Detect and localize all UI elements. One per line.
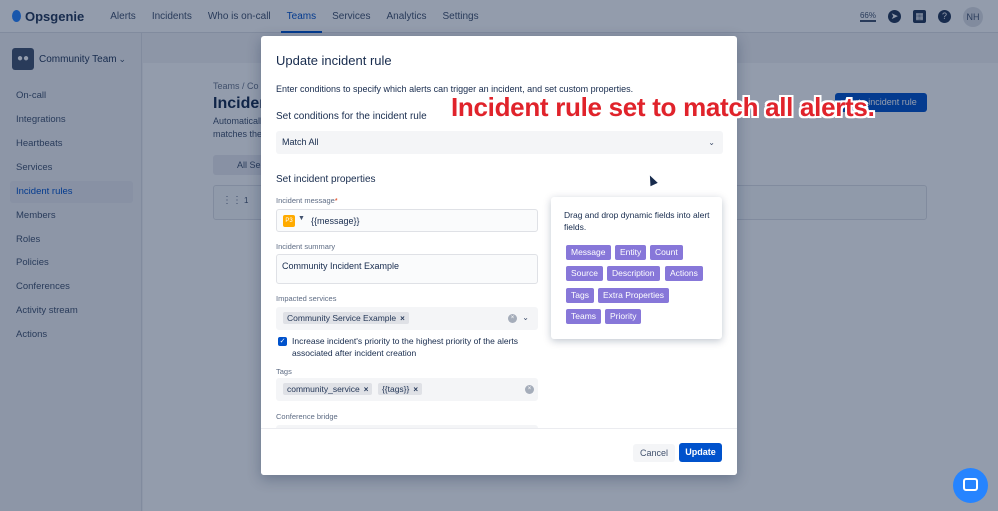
incident-message-field[interactable]: P3 ▼ {{message}} <box>276 209 538 232</box>
service-chip-wrap: Community Service Example × <box>283 312 412 324</box>
dynamic-fields-panel: Drag and drop dynamic fields into alert … <box>551 197 722 339</box>
update-button[interactable]: Update <box>679 443 722 462</box>
annotation-caption: Incident rule set to match all alerts. <box>451 92 875 122</box>
tag-chip-label: community_service <box>287 384 360 394</box>
match-condition-value: Match All <box>282 137 319 147</box>
dynamic-fields-instructions: Drag and drop dynamic fields into alert … <box>564 210 710 232</box>
incident-message-label-text: Incident message <box>276 196 335 205</box>
chevron-down-icon: ⌄ <box>708 138 715 147</box>
tags-label: Tags <box>276 367 292 376</box>
properties-heading: Set incident properties <box>276 174 376 185</box>
dynamic-field-message[interactable]: Message <box>566 245 611 260</box>
dynamic-field-tags[interactable]: Tags <box>566 288 594 303</box>
clear-icon[interactable]: × <box>525 385 534 394</box>
chat-icon <box>963 478 978 491</box>
conference-bridge-label: Conference bridge <box>276 412 338 421</box>
chat-support-button[interactable] <box>953 468 988 503</box>
incident-message-value: {{message}} <box>311 216 360 226</box>
incident-summary-textarea[interactable]: Community Incident Example <box>276 254 538 284</box>
dynamic-field-entity[interactable]: Entity <box>615 245 647 260</box>
tags-input[interactable]: community_service × {{tags}} × × <box>276 378 538 401</box>
dynamic-field-source[interactable]: Source <box>566 266 603 281</box>
dynamic-field-teams[interactable]: Teams <box>566 309 602 324</box>
service-chip-label: Community Service Example <box>287 313 397 323</box>
dynamic-field-count[interactable]: Count <box>650 245 683 260</box>
dynamic-field-description[interactable]: Description <box>607 266 660 281</box>
match-condition-select[interactable]: Match All ⌄ <box>276 131 723 154</box>
clear-icon[interactable]: × <box>508 314 517 323</box>
tag-chips: community_service × {{tags}} × <box>283 383 425 395</box>
dynamic-field-extra-properties[interactable]: Extra Properties <box>598 288 669 303</box>
modal-footer: Cancel Update <box>261 428 737 475</box>
remove-chip-icon[interactable]: × <box>413 385 418 394</box>
tag-chip: community_service × <box>283 383 373 395</box>
remove-chip-icon[interactable]: × <box>364 385 369 394</box>
chevron-down-icon[interactable]: ▼ <box>298 215 305 222</box>
tag-chip-label: {{tags}} <box>381 384 410 394</box>
chevron-down-icon[interactable]: ⌄ <box>522 313 529 322</box>
cancel-button[interactable]: Cancel <box>633 444 675 462</box>
increase-priority-checkbox[interactable]: ✓ <box>278 337 287 346</box>
impacted-services-label: Impacted services <box>276 294 337 303</box>
incident-summary-value: Community Incident Example <box>282 261 400 271</box>
tag-chip: {{tags}} × <box>377 383 423 395</box>
remove-chip-icon[interactable]: × <box>400 314 405 323</box>
incident-message-label: Incident message* <box>276 196 338 205</box>
increase-priority-label: Increase incident's priority to the high… <box>292 336 519 358</box>
priority-badge[interactable]: P3 <box>283 215 295 227</box>
conditions-heading: Set conditions for the incident rule <box>276 111 427 122</box>
dynamic-field-priority[interactable]: Priority <box>605 309 642 324</box>
service-chip: Community Service Example × <box>283 312 409 324</box>
impacted-services-select[interactable]: Community Service Example × × ⌄ <box>276 307 538 330</box>
modal-title: Update incident rule <box>276 53 392 68</box>
required-asterisk: * <box>334 196 338 205</box>
dynamic-field-actions[interactable]: Actions <box>665 266 703 281</box>
incident-summary-label: Incident summary <box>276 242 336 251</box>
